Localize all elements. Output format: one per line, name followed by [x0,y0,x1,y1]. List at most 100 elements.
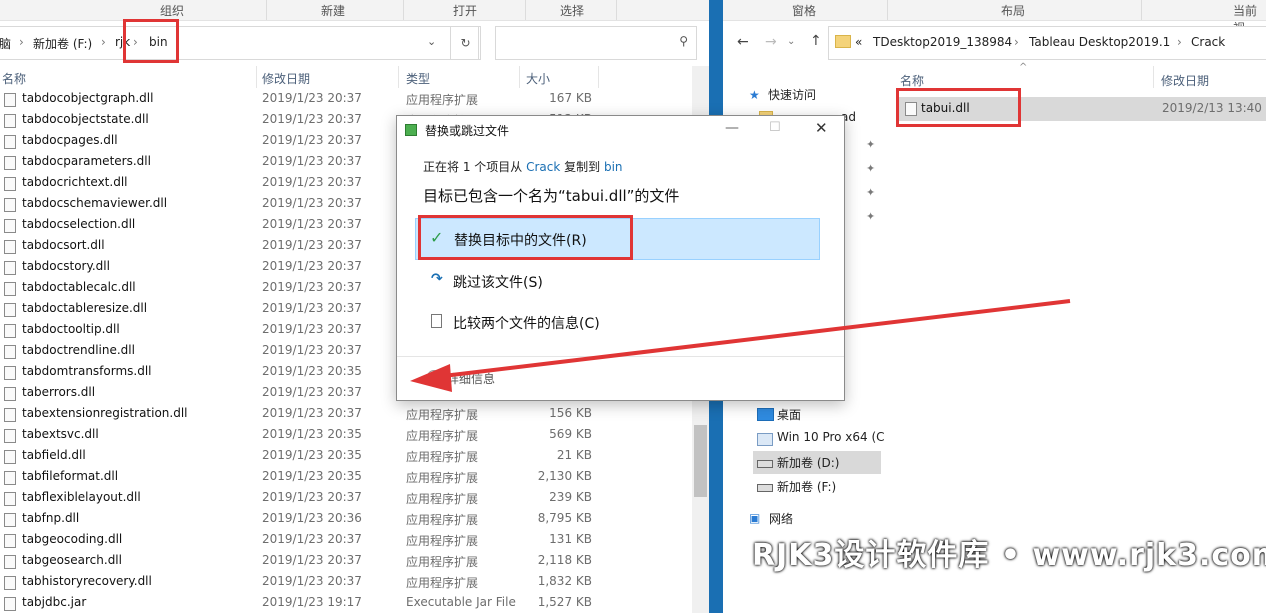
table-row[interactable]: tabfileformat.dll 2019/1/23 20:35 应用程序扩展 2,… [0,466,709,487]
breadcrumb-crack[interactable]: Crack [1191,35,1225,49]
file-name: tabdoctablecalc.dll [22,280,136,294]
search-input[interactable]: ⚲ [495,26,697,60]
dll-file-icon [4,471,16,485]
chevron-down-icon[interactable]: ⌄ [427,35,436,48]
scrollbar-thumb[interactable] [694,425,707,497]
file-type: 应用程序扩展 [406,555,479,569]
breadcrumb-drive-f[interactable]: 新加卷 (F:) [33,35,92,52]
file-size: 167 KB [549,91,592,105]
file-date: 2019/1/23 20:35 [262,448,362,462]
dll-file-icon [4,555,16,569]
ribbon-organize[interactable]: 组织 [160,2,184,19]
nav-drive-f[interactable]: 新加卷 (F:) [777,478,836,495]
dll-file-icon [4,177,16,191]
file-name: tabdocstory.dll [22,259,110,273]
breadcrumb-tdesktop[interactable]: TDesktop2019_138984 [873,35,1012,49]
file-type: 应用程序扩展 [406,492,479,506]
file-name: tabdocrichtext.dll [22,175,128,189]
copy-source-link[interactable]: Crack [526,160,560,174]
refresh-icon[interactable]: ↻ [450,26,481,60]
col-date[interactable]: 修改日期 [262,70,310,87]
nav-win10-drive[interactable]: Win 10 Pro x64 (C [777,430,885,444]
ribbon-pane[interactable]: 窗格 [792,2,816,19]
col-name-right[interactable]: 名称 [900,72,924,89]
file-name: taberrors.dll [22,385,96,399]
table-row[interactable]: tabhistoryrecovery.dll 2019/1/23 20:37 应用程… [0,571,709,592]
file-date: 2019/1/23 20:37 [262,532,362,546]
dll-file-icon [4,198,16,212]
file-date: 2019/1/23 20:37 [262,343,362,357]
file-date: 2019/1/23 20:37 [262,91,362,105]
table-row[interactable]: tabextsvc.dll 2019/1/23 20:35 应用程序扩展 569 KB [0,424,709,445]
ribbon-new[interactable]: 新建 [321,2,345,19]
file-size: 1,527 KB [537,595,592,609]
dll-file-icon [4,429,16,443]
dll-file-icon [4,597,16,611]
file-type: 应用程序扩展 [406,429,479,443]
col-date-right[interactable]: 修改日期 [1161,72,1209,89]
dialog-heading: 目标已包含一个名为“tabui.dll”的文件 [423,187,680,205]
col-type[interactable]: 类型 [406,70,430,87]
table-row[interactable]: tabgeocoding.dll 2019/1/23 20:37 应用程序扩展 131… [0,529,709,550]
nav-drive-d[interactable]: 新加卷 (D:) [777,454,839,471]
star-icon: ★ [749,88,760,102]
nav-quick-access[interactable]: 快速访问 [768,86,816,103]
file-date: 2019/1/23 20:37 [262,238,362,252]
up-arrow-icon[interactable]: ↑ [810,33,822,49]
file-date: 2019/1/23 20:37 [262,112,362,126]
table-row[interactable]: tabfield.dll 2019/1/23 20:35 应用程序扩展 21 KB [0,445,709,466]
skip-arrow-icon: ↷ [431,271,443,287]
address-bar[interactable]: 脑 › 新加卷 (F:) › rjk › bin ⌄ [0,26,479,60]
table-row[interactable]: tabgeosearch.dll 2019/1/23 20:37 应用程序扩展 2,1… [0,550,709,571]
address-bar-right[interactable]: « TDesktop2019_138984 › Tableau Desktop2… [828,26,1266,60]
details-toggle[interactable]: 详细信息 [447,370,495,387]
dll-file-icon [4,219,16,233]
table-row[interactable]: tabfnp.dll 2019/1/23 20:36 应用程序扩展 8,795 KB [0,508,709,529]
col-size[interactable]: 大小 [526,70,550,87]
dll-file-icon [4,282,16,296]
sort-ascending-icon: ^ [1019,62,1028,73]
pin-icon: ✦ [866,186,876,199]
maximize-icon[interactable]: ☐ [769,120,781,135]
breadcrumb-overflow[interactable]: « [855,35,862,49]
ribbon-layout[interactable]: 布局 [1001,2,1025,19]
annotation-box-replace [418,215,633,260]
file-type: 应用程序扩展 [406,576,479,590]
column-header: 名称 修改日期 类型 大小 [0,66,690,88]
copy-app-icon [405,124,417,136]
nav-network[interactable]: 网络 [769,510,793,527]
dll-file-icon [4,534,16,548]
compare-option[interactable]: 比较两个文件的信息(C) [415,302,818,342]
details-chevron-icon[interactable] [427,370,441,384]
file-type: 应用程序扩展 [406,408,479,422]
table-row[interactable]: tabextensionregistration.dll 2019/1/23 20… [0,403,709,424]
compare-option-label: 比较两个文件的信息(C) [453,316,600,332]
col-name[interactable]: 名称 [2,70,26,87]
file-date: 2019/1/23 20:37 [262,406,362,420]
minimize-icon[interactable]: — [725,120,739,136]
close-icon[interactable]: ✕ [815,119,828,137]
file-name: tabfield.dll [22,448,86,462]
file-date: 2019/1/23 20:37 [262,385,362,399]
breadcrumb-tableau[interactable]: Tableau Desktop2019.1 [1029,35,1170,49]
skip-option[interactable]: ↷ 跳过该文件(S) [415,261,818,301]
table-row[interactable]: tabdocobjectgraph.dll 2019/1/23 20:37 应用程序… [0,88,709,109]
file-name: tabfnp.dll [22,511,80,525]
forward-arrow-icon[interactable]: → [765,34,777,50]
dll-file-icon [4,135,16,149]
search-icon: ⚲ [679,34,688,48]
back-arrow-icon[interactable]: ← [737,34,749,50]
table-row[interactable]: tabflexiblelayout.dll 2019/1/23 20:37 应用程序… [0,487,709,508]
breadcrumb-pc[interactable]: 脑 [0,35,11,52]
skip-option-label: 跳过该文件(S) [453,275,543,291]
dll-file-icon [4,156,16,170]
file-date: 2019/1/23 20:35 [262,469,362,483]
ribbon-select[interactable]: 选择 [560,2,584,19]
ribbon-open[interactable]: 打开 [453,2,477,19]
nav-desktop[interactable]: 桌面 [777,406,801,423]
copy-dest-link[interactable]: bin [604,160,623,174]
file-name: tabfileformat.dll [22,469,119,483]
recent-dropdown-icon[interactable]: ⌄ [787,36,795,47]
watermark-text: RJK3设计软件库 • www.rjk3.com [752,538,1266,573]
table-row[interactable]: tabjdbc.jar 2019/1/23 19:17 Executable Jar… [0,592,709,613]
